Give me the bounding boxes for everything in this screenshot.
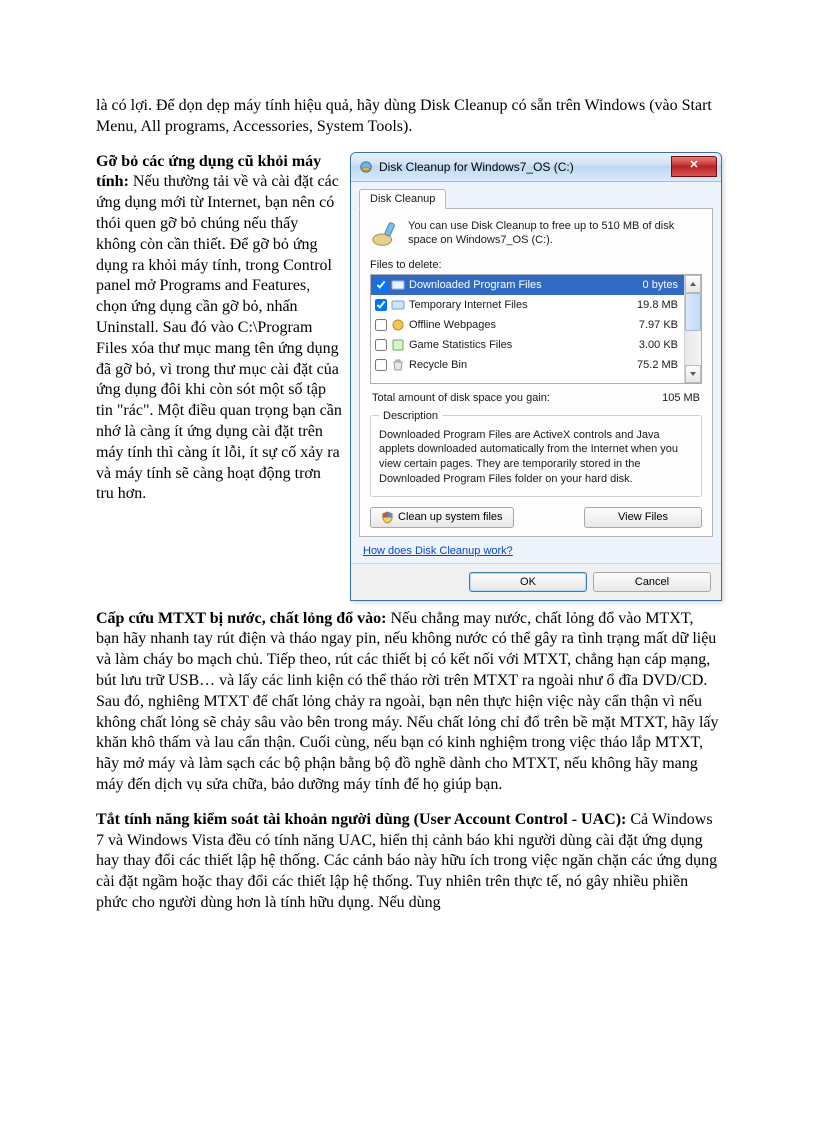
list-item[interactable]: Downloaded Program Files 0 bytes	[371, 275, 684, 295]
tab-strip: Disk Cleanup	[359, 188, 713, 209]
disk-cleanup-icon	[359, 160, 373, 174]
uac-shield-icon	[381, 511, 394, 524]
list-item[interactable]: Game Statistics Files 3.00 KB	[371, 335, 684, 355]
scroll-thumb[interactable]	[685, 293, 701, 331]
row-size: 3.00 KB	[622, 339, 680, 351]
row-size: 0 bytes	[622, 279, 680, 291]
cleanup-system-files-button[interactable]: Clean up system files	[370, 507, 514, 528]
dialog-footer: OK Cancel	[351, 563, 721, 600]
file-type-icon	[391, 318, 405, 332]
row-name: Downloaded Program Files	[409, 279, 622, 291]
disk-cleanup-dialog: Disk Cleanup for Windows7_OS (C:) ✕ Disk…	[350, 152, 722, 601]
files-to-delete-label: Files to delete:	[370, 259, 702, 271]
total-label: Total amount of disk space you gain:	[372, 392, 550, 404]
scroll-up-button[interactable]	[685, 275, 701, 293]
tab-disk-cleanup[interactable]: Disk Cleanup	[359, 189, 446, 209]
ok-button[interactable]: OK	[469, 572, 587, 592]
row-size: 19.8 MB	[622, 299, 680, 311]
view-files-label: View Files	[618, 511, 668, 523]
help-link-row: How does Disk Cleanup work?	[363, 545, 709, 557]
row-size: 7.97 KB	[622, 319, 680, 331]
list-item[interactable]: Recycle Bin 75.2 MB	[371, 355, 684, 375]
row-name: Temporary Internet Files	[409, 299, 622, 311]
para3-body: Nếu chẳng may nước, chất lỏng đổ vào MTX…	[96, 610, 719, 793]
description-group: Description Downloaded Program Files are…	[370, 410, 702, 497]
cleanup-button-label: Clean up system files	[398, 511, 503, 523]
total-value: 105 MB	[662, 392, 700, 404]
files-listbox[interactable]: Downloaded Program Files 0 bytes Tempora…	[370, 274, 702, 384]
help-link[interactable]: How does Disk Cleanup work?	[363, 545, 513, 557]
ok-label: OK	[520, 576, 536, 588]
para2-body: Nếu thường tải về và cài đặt các ứng dụn…	[96, 173, 342, 502]
recycle-bin-icon	[391, 358, 405, 372]
paragraph-intro: là có lợi. Để dọn dẹp máy tính hiệu quả,…	[96, 96, 720, 138]
file-type-icon	[391, 338, 405, 352]
list-item[interactable]: Offline Webpages 7.97 KB	[371, 315, 684, 335]
tab-panel: You can use Disk Cleanup to free up to 5…	[359, 209, 713, 537]
info-text: You can use Disk Cleanup to free up to 5…	[408, 219, 702, 248]
cancel-button[interactable]: Cancel	[593, 572, 711, 592]
close-button[interactable]: ✕	[671, 156, 717, 177]
window-title: Disk Cleanup for Windows7_OS (C:)	[379, 160, 671, 174]
view-files-button[interactable]: View Files	[584, 507, 702, 528]
description-legend: Description	[379, 410, 442, 422]
cancel-label: Cancel	[635, 576, 669, 588]
disk-cleanup-screenshot: Disk Cleanup for Windows7_OS (C:) ✕ Disk…	[350, 152, 720, 601]
list-item[interactable]: Temporary Internet Files 19.8 MB	[371, 295, 684, 315]
row-checkbox[interactable]	[375, 319, 387, 331]
row-checkbox[interactable]	[375, 359, 387, 371]
file-type-icon	[391, 278, 405, 292]
row-name: Game Statistics Files	[409, 339, 622, 351]
cleanup-brush-icon	[370, 219, 400, 249]
row-name: Recycle Bin	[409, 359, 622, 371]
row-checkbox[interactable]	[375, 279, 387, 291]
paragraph-uac: Tắt tính năng kiểm soát tài khoản người …	[96, 810, 720, 914]
row-checkbox[interactable]	[375, 339, 387, 351]
para4-lead: Tắt tính năng kiểm soát tài khoản người …	[96, 811, 626, 828]
row-size: 75.2 MB	[622, 359, 680, 371]
scroll-down-button[interactable]	[685, 365, 701, 383]
titlebar: Disk Cleanup for Windows7_OS (C:) ✕	[351, 153, 721, 182]
row-name: Offline Webpages	[409, 319, 622, 331]
row-checkbox[interactable]	[375, 299, 387, 311]
para3-lead: Cấp cứu MTXT bị nước, chất lỏng đổ vào:	[96, 610, 386, 627]
paragraph-water: Cấp cứu MTXT bị nước, chất lỏng đổ vào: …	[96, 609, 720, 796]
file-type-icon	[391, 298, 405, 312]
scrollbar[interactable]	[684, 275, 701, 383]
description-text: Downloaded Program Files are ActiveX con…	[379, 428, 693, 488]
scroll-track[interactable]	[685, 293, 701, 365]
close-icon: ✕	[689, 160, 698, 171]
